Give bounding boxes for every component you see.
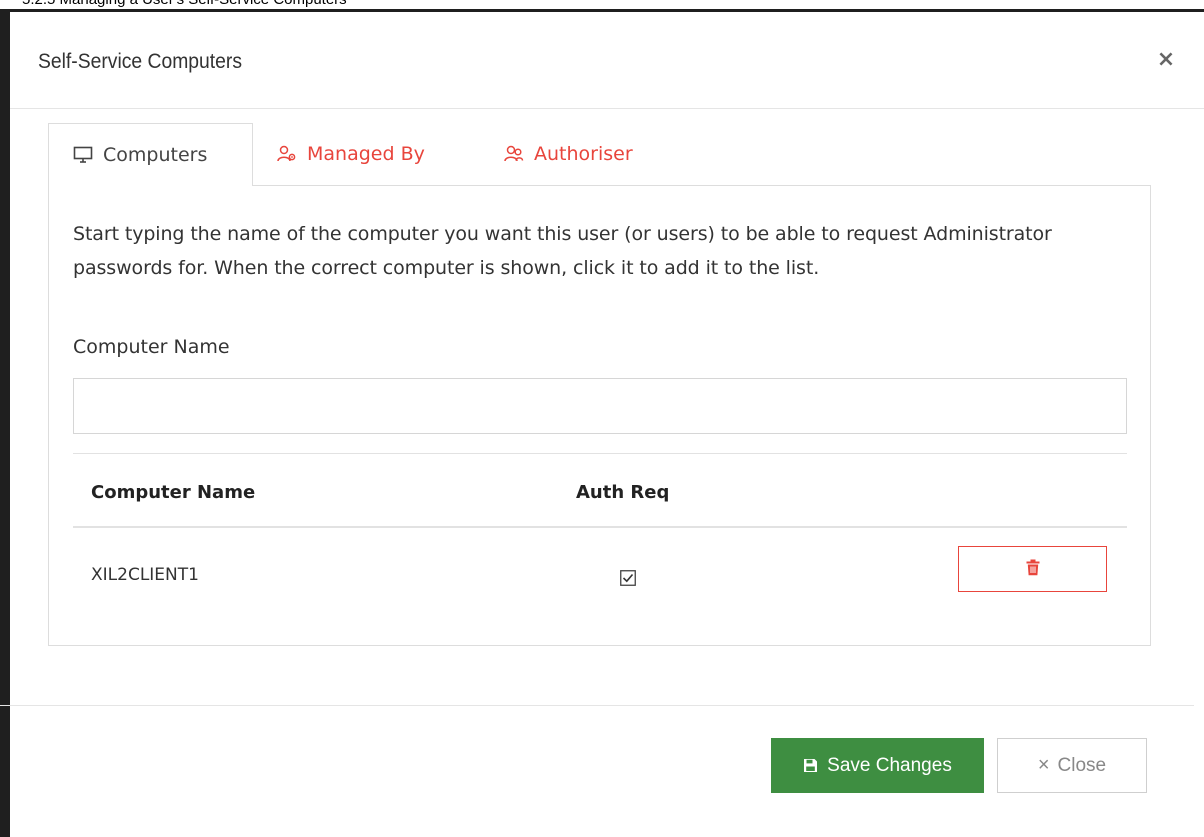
footer-divider [0,705,1194,706]
delete-button[interactable] [958,546,1107,592]
tab-computers[interactable]: Computers [48,123,253,186]
save-changes-label: Save Changes [827,754,952,776]
tab-managed-by-label: Managed By [307,143,425,165]
computer-name-input[interactable] [73,378,1127,434]
document-header-text: 5.2.5 Managing a User's Self-Service Com… [22,0,347,8]
close-icon[interactable]: × [1156,48,1176,72]
close-label: Close [1057,754,1107,776]
document-header-fragment: 5.2.5 Managing a User's Self-Service Com… [0,0,1204,9]
trash-icon [1026,559,1040,580]
divider [73,453,1127,454]
modal-title: Self-Service Computers [38,50,243,73]
modal-header: Self-Service Computers × [10,12,1204,109]
floppy-disk-icon [803,758,818,773]
table-row-computer-name: XIL2CLIENT1 [91,565,199,585]
column-header-computer-name: Computer Name [91,482,256,503]
instructions-text: Start typing the name of the computer yo… [73,223,1052,279]
users-gear-icon [277,145,297,163]
save-changes-button[interactable]: Save Changes [771,738,984,793]
close-button[interactable]: × Close [997,738,1147,793]
table-header-divider [73,526,1127,528]
tabs-bar: Computers Managed By Authoriser [48,123,1151,186]
tab-computers-label: Computers [103,144,208,166]
column-header-auth-req: Auth Req [576,482,670,503]
computer-name-label: Computer Name [73,336,230,358]
tab-managed-by[interactable]: Managed By [277,123,425,185]
auth-req-checkbox[interactable] [620,570,636,586]
users-icon [504,145,524,163]
monitor-icon [73,146,93,164]
tab-authoriser[interactable]: Authoriser [504,123,633,185]
close-icon: × [1037,754,1050,776]
computers-tab-panel: Start typing the name of the computer yo… [48,185,1151,646]
tab-authoriser-label: Authoriser [534,143,633,165]
